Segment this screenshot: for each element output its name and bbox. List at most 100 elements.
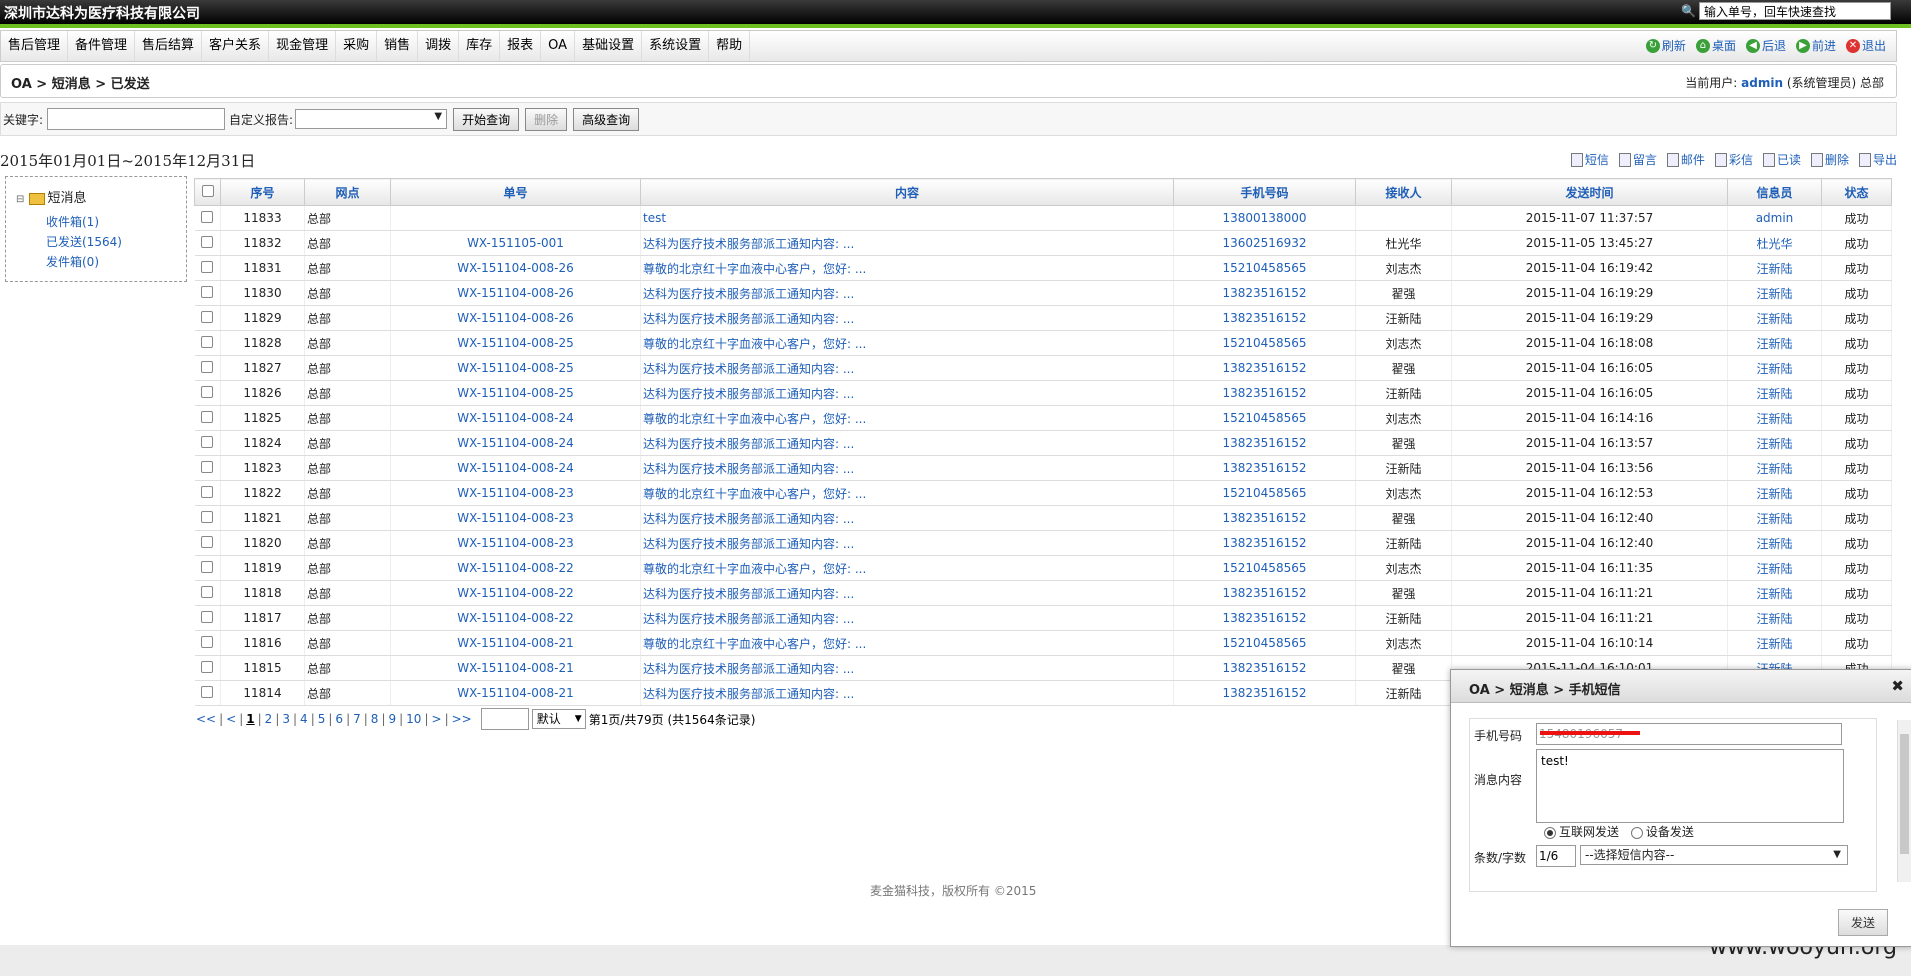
table-row[interactable]: 11826 总部 WX-151104-008-25 达科为医疗技术服务部派工通知内容:… [194, 380, 1892, 406]
table-row[interactable]: 11822 总部 WX-151104-008-23 尊敬的北京红十字血液中心客户，您好… [194, 480, 1892, 506]
menu-item-8[interactable]: 库存 [459, 31, 501, 61]
cell-link[interactable]: 13823516152 [1223, 511, 1307, 525]
column-header[interactable]: 状态 [1821, 178, 1892, 206]
menu-item-1[interactable]: 备件管理 [68, 31, 136, 61]
table-row[interactable]: 11821 总部 WX-151104-008-23 达科为医疗技术服务部派工通知内容:… [194, 505, 1892, 531]
action-6[interactable]: 导出 [1858, 151, 1897, 168]
row-checkbox[interactable] [201, 485, 214, 498]
report-select[interactable]: ▼ [295, 109, 448, 129]
tree-item-inbox[interactable]: 收件箱(1) [46, 213, 99, 230]
cell-link[interactable]: 汪新陆 [1756, 262, 1792, 276]
row-checkbox[interactable] [201, 385, 214, 398]
column-header[interactable]: 手机号码 [1173, 178, 1356, 206]
cell-link[interactable]: 汪新陆 [1756, 637, 1792, 651]
cell-link[interactable]: 汪新陆 [1756, 412, 1792, 426]
cell-link[interactable]: 达科为医疗技术服务部派工通知内容: ... [643, 362, 854, 376]
menu-item-9[interactable]: 报表 [500, 31, 542, 61]
cell-link[interactable]: 13823516152 [1223, 461, 1307, 475]
cell-link[interactable]: WX-151104-008-22 [457, 561, 573, 575]
row-checkbox[interactable] [201, 535, 214, 548]
cell-link[interactable]: 尊敬的北京红十字血液中心客户，您好: ... [643, 637, 866, 651]
cell-link[interactable]: WX-151104-008-25 [457, 361, 573, 375]
tree-item-sent[interactable]: 已发送(1564) [46, 233, 122, 250]
cell-link[interactable]: WX-151104-008-25 [457, 336, 573, 350]
table-row[interactable]: 11816 总部 WX-151104-008-21 尊敬的北京红十字血液中心客户，您好… [194, 630, 1892, 656]
advanced-query-button[interactable]: 高级查询 [573, 107, 640, 131]
cell-link[interactable]: 汪新陆 [1756, 362, 1792, 376]
count-input[interactable] [1536, 845, 1576, 867]
column-header[interactable]: 内容 [640, 178, 1174, 206]
cell-link[interactable]: 达科为医疗技术服务部派工通知内容: ... [643, 312, 854, 326]
cell-link[interactable]: WX-151104-008-26 [457, 261, 573, 275]
pager-page[interactable]: 4 [300, 712, 308, 726]
pager-page[interactable]: 2 [265, 712, 273, 726]
cell-link[interactable]: 13823516152 [1223, 361, 1307, 375]
toolbar-back-button[interactable]: ◀ 后退 [1745, 37, 1786, 54]
table-row[interactable]: 11825 总部 WX-151104-008-24 尊敬的北京红十字血液中心客户，您好… [194, 405, 1892, 431]
row-checkbox[interactable] [201, 585, 214, 598]
pager-page[interactable]: 10 [406, 712, 421, 726]
menu-item-0[interactable]: 售后管理 [1, 31, 69, 61]
row-checkbox[interactable] [201, 560, 214, 573]
table-row[interactable]: 11823 总部 WX-151104-008-24 达科为医疗技术服务部派工通知内容:… [194, 455, 1892, 481]
cell-link[interactable]: 13602516932 [1223, 236, 1307, 250]
pager-page[interactable]: 1 [246, 712, 254, 726]
radio-internet[interactable] [1544, 826, 1556, 839]
table-row[interactable]: 11831 总部 WX-151104-008-26 尊敬的北京红十字血液中心客户，您好… [194, 255, 1892, 281]
cell-link[interactable]: 尊敬的北京红十字血液中心客户，您好: ... [643, 262, 866, 276]
pager-page[interactable]: 3 [282, 712, 290, 726]
row-checkbox[interactable] [201, 335, 214, 348]
cell-link[interactable]: WX-151104-008-21 [457, 661, 573, 675]
row-checkbox[interactable] [201, 210, 214, 223]
select-all-checkbox[interactable] [201, 184, 214, 197]
cell-link[interactable]: WX-151104-008-25 [457, 386, 573, 400]
cell-link[interactable]: 13823516152 [1223, 611, 1307, 625]
template-select[interactable]: --选择短信内容-- ▼ [1580, 845, 1848, 865]
cell-link[interactable]: 15210458565 [1223, 561, 1307, 575]
cell-link[interactable]: 13823516152 [1223, 686, 1307, 700]
cell-link[interactable]: 汪新陆 [1756, 537, 1792, 551]
cell-link[interactable]: WX-151104-008-23 [457, 536, 573, 550]
action-2[interactable]: 邮件 [1666, 151, 1705, 168]
cell-link[interactable]: 杜光华 [1756, 237, 1792, 251]
cell-link[interactable]: 汪新陆 [1756, 287, 1792, 301]
pager-page[interactable]: 7 [353, 712, 361, 726]
cell-link[interactable]: 达科为医疗技术服务部派工通知内容: ... [643, 612, 854, 626]
action-0[interactable]: 短信 [1570, 151, 1609, 168]
pager-page[interactable]: 9 [388, 712, 396, 726]
toolbar-refresh-button[interactable]: ↻ 刷新 [1645, 37, 1686, 54]
cell-link[interactable]: 13823516152 [1223, 661, 1307, 675]
cell-link[interactable]: 达科为医疗技术服务部派工通知内容: ... [643, 437, 854, 451]
row-checkbox[interactable] [201, 685, 214, 698]
row-checkbox[interactable] [201, 285, 214, 298]
toolbar-exit-button[interactable]: ✕ 退出 [1845, 37, 1886, 54]
pager-page[interactable]: 6 [335, 712, 343, 726]
row-checkbox[interactable] [201, 360, 214, 373]
menu-item-3[interactable]: 客户关系 [202, 31, 270, 61]
cell-link[interactable]: 13823516152 [1223, 386, 1307, 400]
cell-link[interactable]: WX-151104-008-23 [457, 511, 573, 525]
tree-item-outbox[interactable]: 发件箱(0) [46, 253, 99, 270]
row-checkbox[interactable] [201, 435, 214, 448]
cell-link[interactable]: 15210458565 [1223, 261, 1307, 275]
dialog-scrollbar[interactable] [1897, 720, 1911, 882]
cell-link[interactable]: 尊敬的北京红十字血液中心客户，您好: ... [643, 412, 866, 426]
cell-link[interactable]: test [643, 211, 666, 225]
cell-link[interactable]: 汪新陆 [1756, 387, 1792, 401]
collapse-icon[interactable]: ⊟ [16, 194, 24, 205]
delete-button[interactable]: 删除 [525, 107, 568, 131]
cell-link[interactable]: admin [1756, 211, 1794, 225]
cell-link[interactable]: 13823516152 [1223, 436, 1307, 450]
row-checkbox[interactable] [201, 260, 214, 273]
cell-link[interactable]: WX-151104-008-24 [457, 461, 573, 475]
cell-link[interactable]: 达科为医疗技术服务部派工通知内容: ... [643, 237, 854, 251]
cell-link[interactable]: 13800138000 [1223, 211, 1307, 225]
menu-item-7[interactable]: 调拨 [418, 31, 460, 61]
menu-item-12[interactable]: 系统设置 [642, 31, 710, 61]
pager-next[interactable]: > [432, 712, 442, 726]
menu-item-11[interactable]: 基础设置 [575, 31, 643, 61]
cell-link[interactable]: 达科为医疗技术服务部派工通知内容: ... [643, 512, 854, 526]
cell-link[interactable]: 达科为医疗技术服务部派工通知内容: ... [643, 687, 854, 701]
query-button[interactable]: 开始查询 [453, 107, 520, 131]
row-checkbox[interactable] [201, 310, 214, 323]
